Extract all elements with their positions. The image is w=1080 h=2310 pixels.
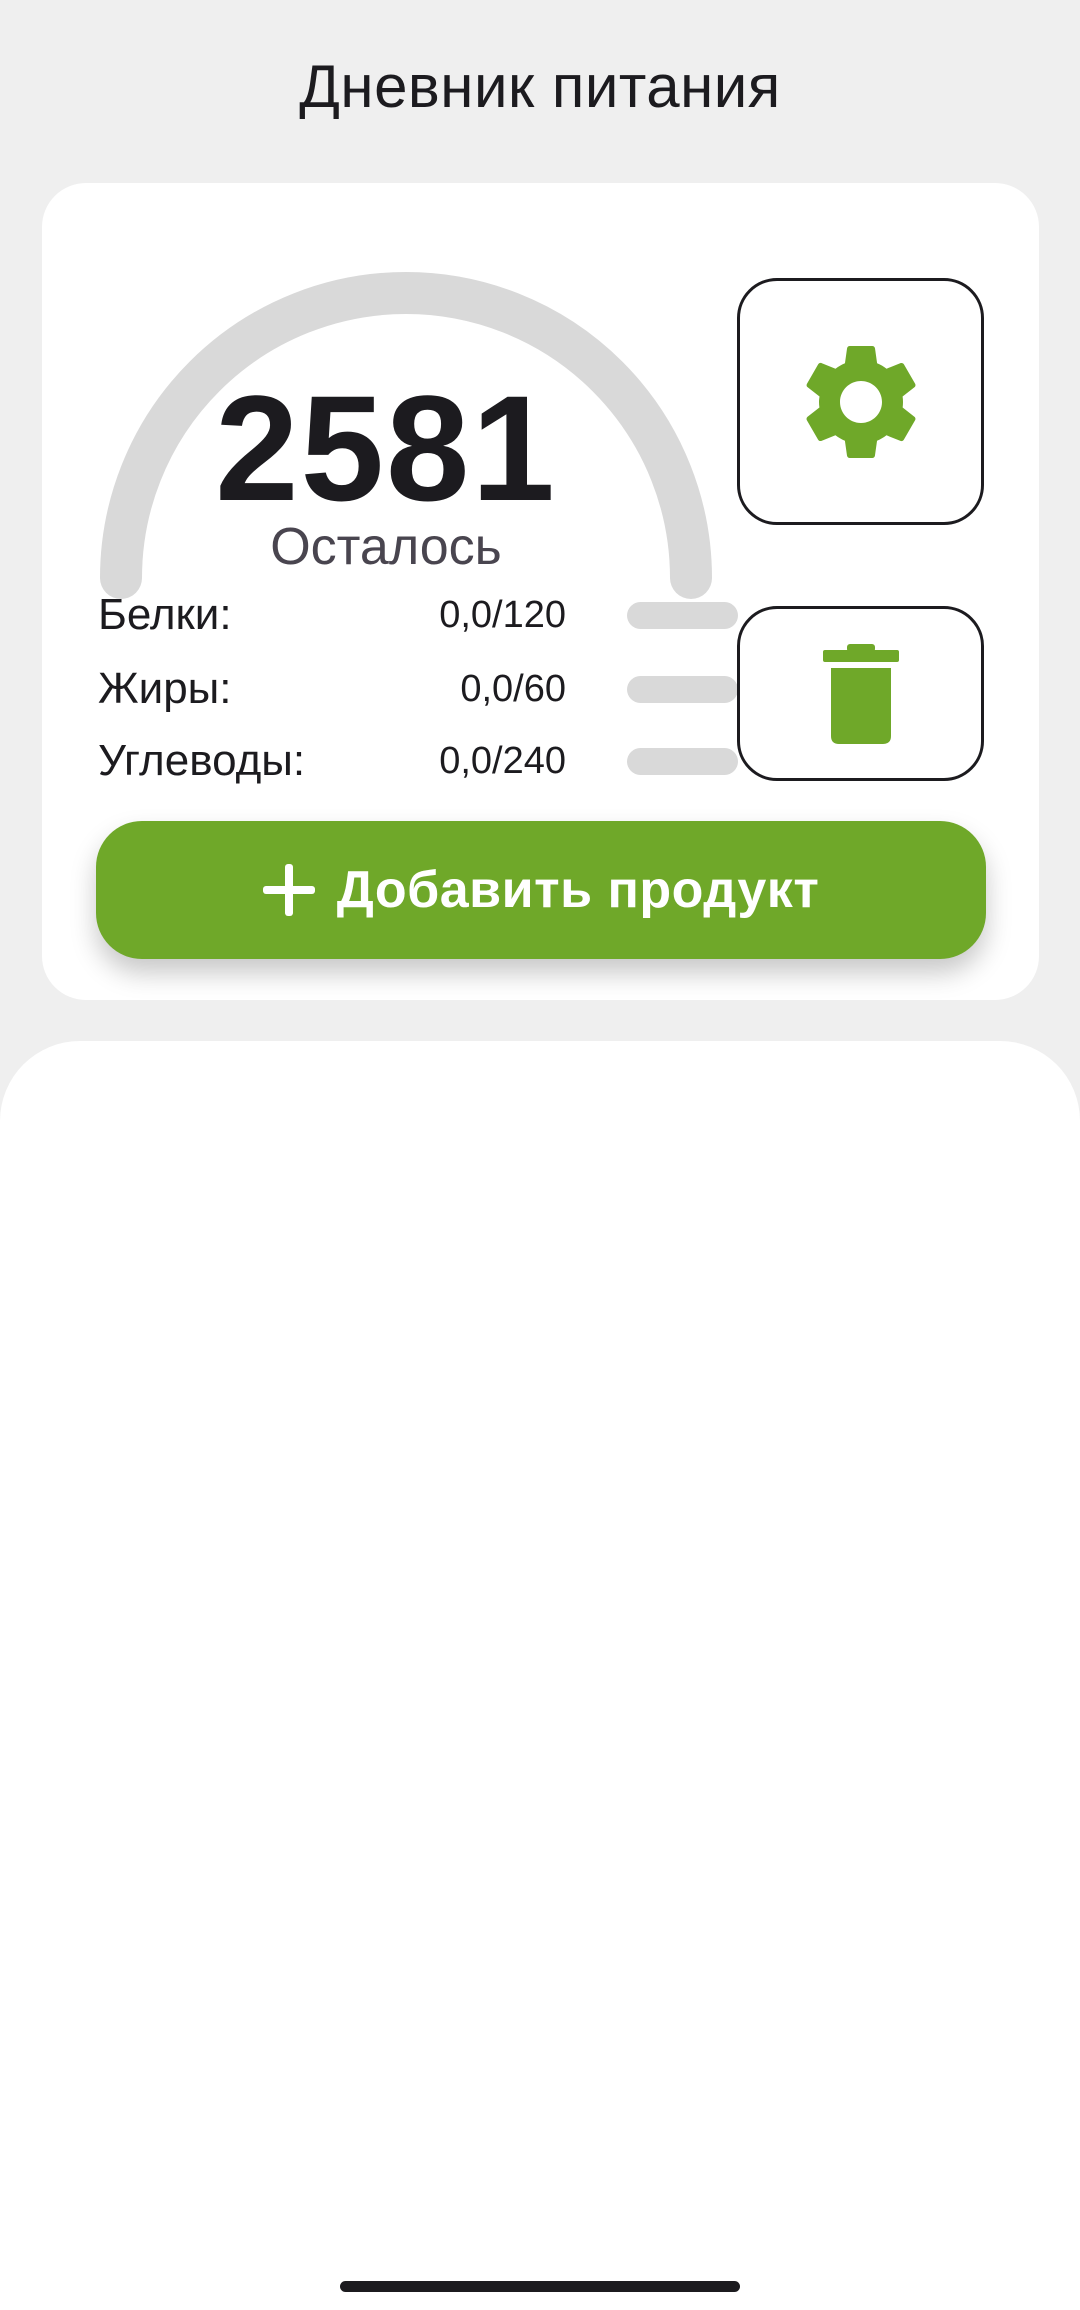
macro-label-protein: Белки: — [98, 590, 232, 639]
add-product-label: Добавить продукт — [336, 861, 820, 919]
gear-icon — [806, 345, 915, 458]
calories-remaining-label: Осталось — [270, 518, 502, 576]
food-diary-screen: Дневник питания 2581 Осталось Белки: 0,0… — [0, 0, 1080, 2310]
clear-diary-button[interactable] — [737, 606, 984, 781]
macro-value-protein: 0,0/120 — [439, 594, 566, 636]
page-title: Дневник питания — [299, 53, 781, 120]
add-product-button[interactable]: Добавить продукт — [96, 821, 986, 959]
calories-remaining-value: 2581 — [215, 364, 557, 532]
macro-label-fat: Жиры: — [98, 664, 232, 713]
macro-progress-fat — [627, 676, 738, 703]
macro-row-protein: Белки: 0,0/120 — [98, 590, 738, 640]
plus-icon — [262, 864, 315, 916]
macro-row-fat: Жиры: 0,0/60 — [98, 664, 738, 714]
macro-value-fat: 0,0/60 — [460, 668, 566, 710]
settings-button[interactable] — [737, 278, 984, 525]
daily-summary-card: 2581 Осталось Белки: 0,0/120 Жиры: 0,0/6… — [42, 183, 1039, 1000]
trash-icon — [822, 643, 899, 744]
macro-progress-carbs — [627, 748, 738, 775]
food-entries-panel — [0, 1041, 1080, 2310]
home-indicator[interactable] — [340, 2281, 740, 2292]
macro-label-carbs: Углеводы: — [98, 736, 306, 785]
macro-value-carbs: 0,0/240 — [439, 740, 566, 782]
macro-progress-protein — [627, 602, 738, 629]
macro-row-carbs: Углеводы: 0,0/240 — [98, 736, 738, 786]
